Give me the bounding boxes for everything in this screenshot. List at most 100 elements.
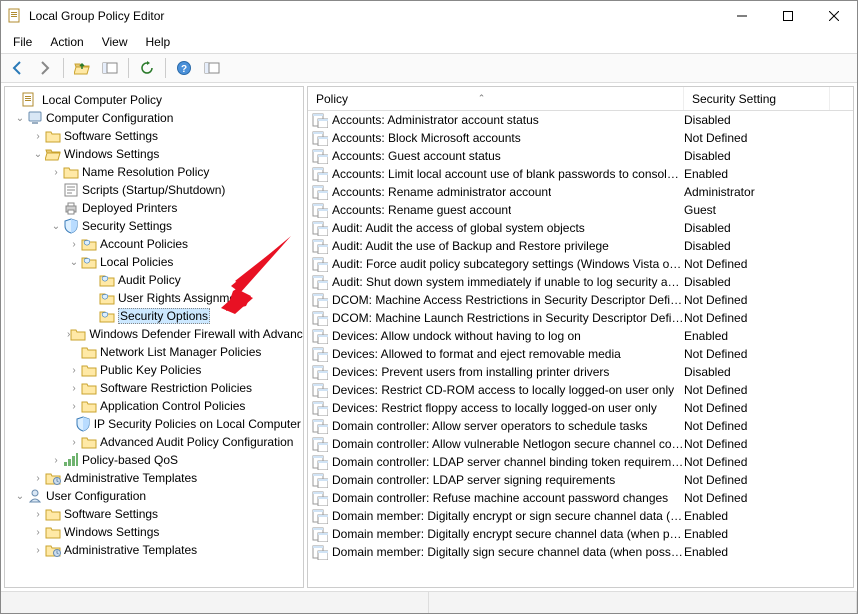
column-header-policy[interactable]: Policy⌃ <box>308 87 684 110</box>
nav-forward-button[interactable] <box>33 56 57 80</box>
expand-icon[interactable]: › <box>67 383 81 394</box>
policy-setting: Not Defined <box>684 401 830 415</box>
tree-advanced-audit-policy[interactable]: ›Advanced Audit Policy Configuration <box>5 433 303 451</box>
expand-icon[interactable]: › <box>67 365 81 376</box>
tree-scripts[interactable]: ▶Scripts (Startup/Shutdown) <box>5 181 303 199</box>
help-button[interactable] <box>172 56 196 80</box>
list-row[interactable]: Domain controller: Allow vulnerable Netl… <box>308 435 853 453</box>
list-row[interactable]: DCOM: Machine Access Restrictions in Sec… <box>308 291 853 309</box>
list-row[interactable]: Domain controller: LDAP server channel b… <box>308 453 853 471</box>
list-row[interactable]: Domain member: Digitally encrypt secure … <box>308 525 853 543</box>
minimize-button[interactable] <box>719 1 765 31</box>
nav-back-button[interactable] <box>5 56 29 80</box>
collapse-icon[interactable]: ⌄ <box>13 113 27 124</box>
menu-file[interactable]: File <box>5 33 40 51</box>
expand-icon[interactable]: › <box>31 131 45 142</box>
list-row[interactable]: Devices: Restrict floppy access to local… <box>308 399 853 417</box>
list-row[interactable]: Devices: Prevent users from installing p… <box>308 363 853 381</box>
tree-administrative-templates-user[interactable]: ›Administrative Templates <box>5 541 303 559</box>
tree-local-policies[interactable]: ⌄Local Policies <box>5 253 303 271</box>
tree-user-rights-assignment[interactable]: ▶User Rights Assignment <box>5 289 303 307</box>
tree-name-resolution-policy[interactable]: ›Name Resolution Policy <box>5 163 303 181</box>
up-level-button[interactable] <box>70 56 94 80</box>
tree-security-settings[interactable]: ⌄Security Settings <box>5 217 303 235</box>
collapse-icon[interactable]: ⌄ <box>31 149 45 160</box>
list-row[interactable]: Domain member: Digitally sign secure cha… <box>308 543 853 561</box>
collapse-icon[interactable]: ⌄ <box>13 491 27 502</box>
list-row[interactable]: Devices: Restrict CD-ROM access to local… <box>308 381 853 399</box>
tree-user-configuration[interactable]: ⌄User Configuration <box>5 487 303 505</box>
tree-policy-based-qos[interactable]: ›Policy-based QoS <box>5 451 303 469</box>
close-button[interactable] <box>811 1 857 31</box>
tree-application-control-policies[interactable]: ›Application Control Policies <box>5 397 303 415</box>
list-row[interactable]: Accounts: Administrator account statusDi… <box>308 111 853 129</box>
list-row[interactable]: Accounts: Guest account statusDisabled <box>308 147 853 165</box>
tree-administrative-templates[interactable]: ›Administrative Templates <box>5 469 303 487</box>
list-row[interactable]: Audit: Audit the access of global system… <box>308 219 853 237</box>
folder-icon <box>81 344 97 360</box>
policy-name: Accounts: Rename guest account <box>332 203 511 217</box>
list-row[interactable]: Domain controller: LDAP server signing r… <box>308 471 853 489</box>
policy-name: Domain member: Digitally sign secure cha… <box>332 545 684 559</box>
menu-view[interactable]: View <box>94 33 136 51</box>
expand-icon[interactable]: › <box>49 455 63 466</box>
list-row[interactable]: Accounts: Rename guest accountGuest <box>308 201 853 219</box>
properties-button[interactable] <box>200 56 224 80</box>
list-row[interactable]: Accounts: Limit local account use of bla… <box>308 165 853 183</box>
expand-icon[interactable]: › <box>67 401 81 412</box>
policy-item-icon <box>312 490 328 506</box>
tree-deployed-printers[interactable]: ▶Deployed Printers <box>5 199 303 217</box>
list-row[interactable]: Devices: Allowed to format and eject rem… <box>308 345 853 363</box>
policy-list[interactable]: Policy⌃ Security Setting Accounts: Admin… <box>307 86 854 588</box>
column-header-security-setting[interactable]: Security Setting <box>684 87 830 110</box>
list-row[interactable]: Domain member: Digitally encrypt or sign… <box>308 507 853 525</box>
folder-icon <box>81 362 97 378</box>
list-row[interactable]: Domain controller: Allow server operator… <box>308 417 853 435</box>
tree-software-settings-user[interactable]: › Software Settings <box>5 505 303 523</box>
list-row[interactable]: DCOM: Machine Launch Restrictions in Sec… <box>308 309 853 327</box>
expand-icon[interactable]: › <box>67 437 81 448</box>
menu-action[interactable]: Action <box>42 33 91 51</box>
expand-icon[interactable]: › <box>31 527 45 538</box>
tree-root[interactable]: ▶Local Computer Policy <box>5 91 303 109</box>
collapse-icon[interactable]: ⌄ <box>67 257 81 268</box>
show-hide-tree-button[interactable] <box>98 56 122 80</box>
tree-windows-defender-firewall[interactable]: ›Windows Defender Firewall with Advanced… <box>5 325 303 343</box>
list-row[interactable]: Devices: Allow undock without having to … <box>308 327 853 345</box>
expand-icon[interactable]: › <box>31 509 45 520</box>
tree-windows-settings-user[interactable]: ›Windows Settings <box>5 523 303 541</box>
tree-public-key-policies[interactable]: ›Public Key Policies <box>5 361 303 379</box>
tree-computer-configuration[interactable]: ⌄Computer Configuration <box>5 109 303 127</box>
folder-shield-icon <box>81 236 97 252</box>
tree-label: Software Restriction Policies <box>100 381 252 395</box>
policy-name: Audit: Force audit policy subcategory se… <box>332 257 684 271</box>
expand-icon[interactable]: › <box>31 545 45 556</box>
tree-label: Software Settings <box>64 507 158 521</box>
tree-windows-settings[interactable]: ⌄Windows Settings <box>5 145 303 163</box>
tree-security-options[interactable]: ▶Security Options <box>5 307 303 325</box>
tree-software-restriction-policies[interactable]: › Software Restriction Policies <box>5 379 303 397</box>
tree-software-settings[interactable]: ›Software Settings <box>5 127 303 145</box>
expand-icon[interactable]: › <box>67 239 81 250</box>
list-row[interactable]: Accounts: Rename administrator accountAd… <box>308 183 853 201</box>
policy-item-icon <box>312 508 328 524</box>
menu-help[interactable]: Help <box>138 33 179 51</box>
expand-icon[interactable]: › <box>31 473 45 484</box>
list-row[interactable]: Audit: Shut down system immediately if u… <box>308 273 853 291</box>
tree-ip-security-policies[interactable]: ▶IP Security Policies on Local Computer <box>5 415 303 433</box>
policy-name: Accounts: Limit local account use of bla… <box>332 167 684 181</box>
export-list-button[interactable] <box>135 56 159 80</box>
tree-account-policies[interactable]: ›Account Policies <box>5 235 303 253</box>
tree-label: Audit Policy <box>118 273 181 287</box>
list-row[interactable]: Accounts: Block Microsoft accountsNot De… <box>308 129 853 147</box>
list-row[interactable]: Domain controller: Refuse machine accoun… <box>308 489 853 507</box>
expand-icon[interactable]: › <box>49 167 63 178</box>
tree-audit-policy[interactable]: ▶Audit Policy <box>5 271 303 289</box>
list-row[interactable]: Audit: Audit the use of Backup and Resto… <box>308 237 853 255</box>
tree-network-list-manager-policies[interactable]: ▶Network List Manager Policies <box>5 343 303 361</box>
tree-label: Windows Defender Firewall with Advanced … <box>89 327 304 341</box>
console-tree[interactable]: ▶Local Computer Policy ⌄Computer Configu… <box>4 86 304 588</box>
collapse-icon[interactable]: ⌄ <box>49 221 63 232</box>
maximize-button[interactable] <box>765 1 811 31</box>
list-row[interactable]: Audit: Force audit policy subcategory se… <box>308 255 853 273</box>
